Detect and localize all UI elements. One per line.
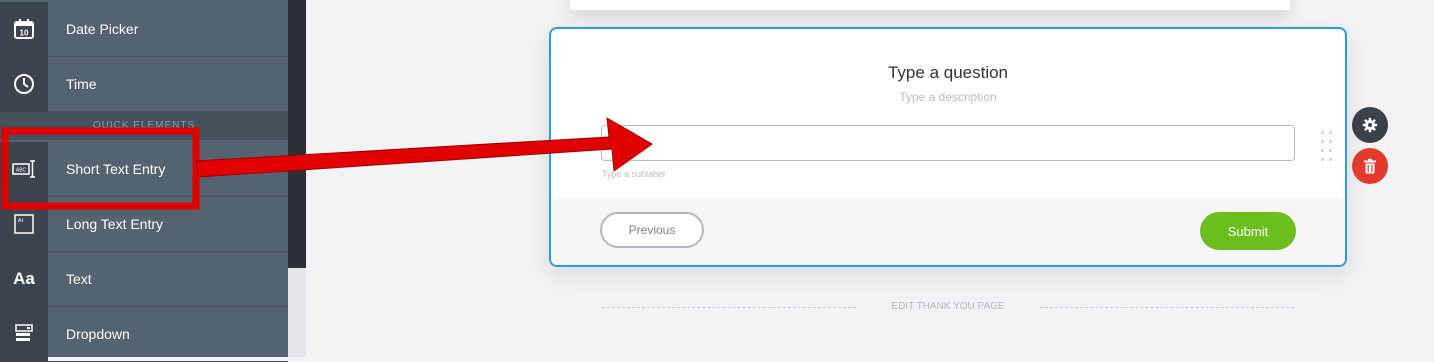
previous-card-edge <box>570 0 1290 10</box>
settings-button[interactable] <box>1352 107 1388 143</box>
sidebar-item-label: Time <box>66 76 97 92</box>
abc-glyph: ABC <box>16 168 27 174</box>
gear-icon <box>1362 117 1378 133</box>
question-card[interactable]: Type a question Type a description Type … <box>549 27 1347 267</box>
sidebar-item-label: Short Text Entry <box>66 161 166 177</box>
sidebar-item-label: Long Text Entry <box>66 216 164 232</box>
calendar-icon: 10 <box>0 1 48 57</box>
previous-button[interactable]: Previous <box>600 212 704 248</box>
clock-icon <box>0 56 48 112</box>
sidebar-item-date-picker[interactable]: 10 Date Picker <box>0 1 288 57</box>
text-aa-icon: Aa <box>0 251 48 307</box>
short-text-input[interactable] <box>601 125 1295 161</box>
sidebar-section-quick-elements: QUICK ELEMENTS <box>0 112 288 140</box>
delete-button[interactable] <box>1352 148 1388 184</box>
long-text-icon: AI <box>0 196 48 252</box>
drag-handle-icon[interactable] <box>1321 131 1335 161</box>
edit-thank-you-page-link[interactable]: EDIT THANK YOU PAGE <box>858 301 1038 312</box>
sidebar-item-short-text-entry[interactable]: ABC Short Text Entry <box>0 141 288 197</box>
trash-icon <box>1364 158 1376 174</box>
sidebar-item-time[interactable]: Time <box>0 56 288 112</box>
ai-glyph: AI <box>18 218 24 224</box>
question-description[interactable]: Type a description <box>551 90 1345 104</box>
sidebar-item-dropdown[interactable]: Dropdown <box>0 306 288 362</box>
divider-line-left <box>602 307 856 308</box>
input-sublabel[interactable]: Type a sublabel <box>602 169 665 179</box>
submit-button[interactable]: Submit <box>1200 212 1296 250</box>
sidebar-item-label: Dropdown <box>66 326 130 342</box>
question-title[interactable]: Type a question <box>551 63 1345 83</box>
sidebar-item-label: Text <box>66 271 92 287</box>
calendar-day-text: 10 <box>20 29 29 38</box>
dropdown-icon <box>0 306 48 362</box>
divider-line-right <box>1040 307 1294 308</box>
sidebar-item-long-text-entry[interactable]: AI Long Text Entry <box>0 196 288 252</box>
short-text-icon: ABC <box>0 141 48 197</box>
sidebar-item-label: Date Picker <box>66 21 139 37</box>
sidebar-scrollbar-thumb[interactable] <box>288 0 306 268</box>
card-footer: Previous Submit <box>551 199 1345 265</box>
sidebar-item-text[interactable]: Aa Text <box>0 251 288 307</box>
form-elements-sidebar: 10 Date Picker Time QUICK ELEMENTS ABC S… <box>0 0 306 362</box>
